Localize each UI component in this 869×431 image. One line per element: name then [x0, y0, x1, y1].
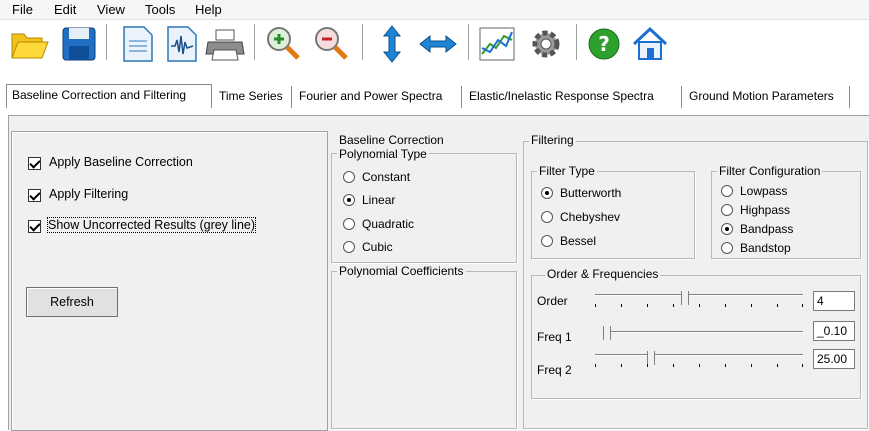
radio-bandstop-label: Bandstop	[740, 241, 791, 255]
help-icon[interactable]: ?	[584, 24, 628, 68]
menu-view[interactable]: View	[97, 2, 125, 17]
radio-bandpass[interactable]	[721, 223, 733, 235]
freq2-label: Freq 2	[537, 363, 572, 377]
order-slider[interactable]	[595, 291, 803, 313]
menu-help[interactable]: Help	[195, 2, 222, 17]
chart-icon[interactable]	[476, 24, 520, 68]
freq1-label: Freq 1	[537, 330, 572, 344]
refresh-button-label: Refresh	[50, 295, 94, 309]
radio-highpass-label: Highpass	[740, 203, 791, 217]
filter-type-title: Filter Type	[537, 164, 597, 178]
toolbar-separator	[468, 24, 469, 60]
radio-cubic[interactable]	[343, 241, 355, 253]
vertical-arrows-icon[interactable]	[370, 24, 414, 68]
order-frequencies-title: Order & Frequencies	[545, 267, 661, 281]
polynomial-coefficients-group	[331, 271, 517, 429]
radio-bandstop[interactable]	[721, 242, 733, 254]
svg-text:?: ?	[598, 32, 610, 56]
baseline-correction-pane: Baseline Correction Polynomial Type Cons…	[329, 131, 519, 431]
radio-constant[interactable]	[343, 171, 355, 183]
toolbar-separator	[576, 24, 577, 60]
filtering-pane: Filtering Filter Type Butterworth Chebys…	[521, 131, 869, 431]
polynomial-type-title: Polynomial Type	[337, 147, 429, 161]
filter-configuration-title: Filter Configuration	[717, 164, 823, 178]
settings-gear-icon[interactable]	[524, 24, 568, 68]
order-label: Order	[537, 294, 568, 308]
radio-butterworth[interactable]	[541, 187, 553, 199]
menu-bar: File Edit View Tools Help	[0, 0, 869, 20]
freq2-slider[interactable]	[595, 351, 803, 373]
freq1-input[interactable]: _0.10	[813, 321, 855, 341]
tab-fourier-power-spectra[interactable]: Fourier and Power Spectra	[294, 86, 462, 108]
radio-bandpass-label: Bandpass	[740, 222, 794, 236]
show-uncorrected-checkbox[interactable]	[28, 220, 41, 233]
radio-bessel[interactable]	[541, 235, 553, 247]
toolbar: ?	[0, 20, 869, 72]
freq2-slider-thumb[interactable]	[647, 351, 655, 365]
radio-butterworth-label: Butterworth	[560, 186, 622, 200]
radio-quadratic-label: Quadratic	[362, 217, 415, 231]
zoom-in-icon[interactable]	[262, 24, 306, 68]
show-uncorrected-label: Show Uncorrected Results (grey line)	[46, 217, 257, 233]
radio-quadratic[interactable]	[343, 218, 355, 230]
apply-filtering-checkbox[interactable]	[28, 189, 41, 202]
radio-lowpass[interactable]	[721, 185, 733, 197]
freq1-slider[interactable]	[603, 321, 803, 343]
radio-highpass[interactable]	[721, 204, 733, 216]
apply-baseline-label: Apply Baseline Correction	[49, 155, 193, 169]
radio-linear-label: Linear	[362, 193, 396, 207]
radio-cubic-label: Cubic	[362, 240, 393, 254]
toolbar-separator	[254, 24, 255, 60]
tab-ground-motion-parameters[interactable]: Ground Motion Parameters	[684, 86, 850, 108]
options-pane: Apply Baseline Correction Apply Filterin…	[11, 131, 328, 431]
polynomial-type-group	[331, 153, 517, 263]
baseline-correction-title: Baseline Correction	[337, 133, 446, 147]
freq1-slider-thumb[interactable]	[603, 326, 611, 340]
radio-chebyshev-label: Chebyshev	[560, 210, 621, 224]
print-icon[interactable]	[204, 24, 248, 68]
menu-tools[interactable]: Tools	[145, 2, 175, 17]
tab-panel: Apply Baseline Correction Apply Filterin…	[8, 115, 869, 431]
tab-baseline-correction-filtering[interactable]: Baseline Correction and Filtering	[6, 84, 212, 108]
radio-chebyshev[interactable]	[541, 211, 553, 223]
horizontal-arrows-icon[interactable]	[416, 24, 460, 68]
home-icon[interactable]	[630, 24, 674, 68]
order-input[interactable]: 4	[813, 291, 855, 311]
toolbar-separator	[362, 24, 363, 60]
waveform-document-icon[interactable]	[160, 24, 204, 68]
tab-elastic-inelastic-response-spectra[interactable]: Elastic/Inelastic Response Spectra	[464, 86, 682, 108]
radio-constant-label: Constant	[362, 170, 411, 184]
order-slider-thumb[interactable]	[681, 291, 689, 305]
polynomial-coefficients-title: Polynomial Coefficients	[337, 264, 466, 278]
zoom-out-icon[interactable]	[310, 24, 354, 68]
radio-bessel-label: Bessel	[560, 234, 597, 248]
new-document-icon[interactable]	[116, 24, 160, 68]
apply-filtering-label: Apply Filtering	[49, 187, 129, 201]
menu-file[interactable]: File	[12, 2, 33, 17]
tab-time-series[interactable]: Time Series	[214, 86, 292, 108]
radio-lowpass-label: Lowpass	[740, 184, 788, 198]
refresh-button[interactable]: Refresh	[26, 287, 118, 317]
filtering-title: Filtering	[529, 133, 576, 147]
radio-linear[interactable]	[343, 194, 355, 206]
open-folder-icon[interactable]	[8, 24, 52, 68]
tab-strip: Baseline Correction and Filtering Time S…	[0, 84, 869, 108]
save-icon[interactable]	[58, 24, 102, 68]
menu-edit[interactable]: Edit	[54, 2, 76, 17]
freq2-input[interactable]: 25.00	[813, 349, 855, 369]
toolbar-separator	[106, 24, 107, 60]
apply-baseline-checkbox[interactable]	[28, 157, 41, 170]
